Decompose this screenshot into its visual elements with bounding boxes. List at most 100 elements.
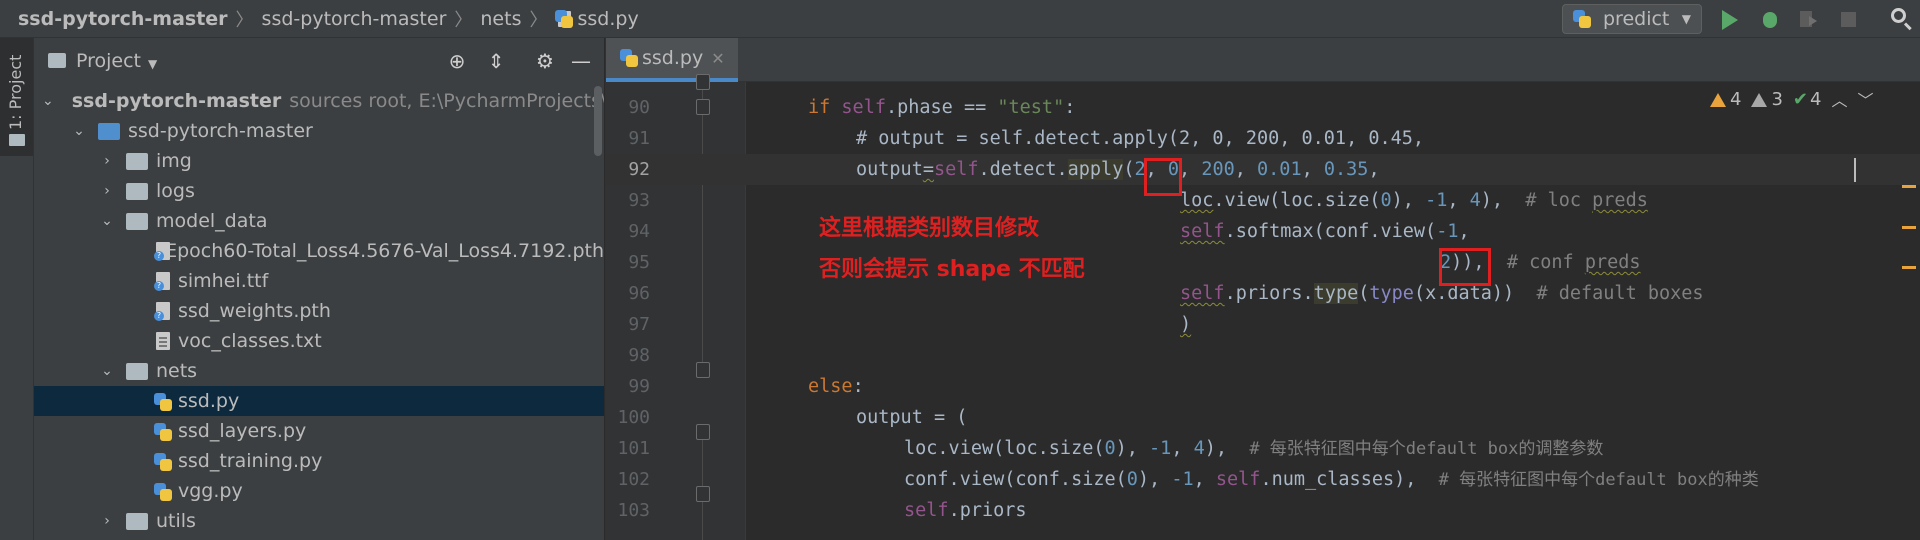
project-tab-label: 1: Project: [6, 54, 25, 130]
tree-row-root[interactable]: ⌄ ssd-pytorch-master sources root, E:\Py…: [34, 86, 604, 116]
code-text: ): [1180, 314, 1192, 335]
tree-row-file[interactable]: ? ssd_weights.pth: [34, 296, 604, 326]
line-number: 91: [628, 128, 650, 149]
code-text: loc.view(loc.size(0), -1, 4), # loc pred…: [1180, 190, 1648, 211]
tree-row-file[interactable]: ? simhei.ttf: [34, 266, 604, 296]
weak-warning-icon: [1751, 92, 1768, 107]
line-number: 98: [628, 345, 650, 366]
code-comment: # output = self.detect.apply(2, 0, 200, …: [856, 128, 1425, 149]
folder-icon: [48, 53, 66, 68]
chevron-down-icon[interactable]: ﹀: [1857, 87, 1873, 111]
code-line: 91 # output = self.detect.apply(2, 0, 20…: [606, 123, 1920, 154]
warning-count[interactable]: 4: [1710, 89, 1741, 110]
tree-row-file[interactable]: ssd_layers.py: [34, 416, 604, 446]
run-icon[interactable]: [1722, 10, 1738, 30]
breadcrumb-project[interactable]: ssd-pytorch-master: [18, 8, 228, 30]
code-line: 94 self.softmax(conf.view(-1,: [606, 216, 1920, 247]
collapse-all-icon[interactable]: ⇕: [485, 50, 507, 72]
chevron-right-icon[interactable]: ›: [98, 513, 116, 529]
code-text: else:: [808, 376, 864, 397]
project-tool-window-tab[interactable]: 1: Project: [0, 38, 33, 156]
tree-row-file[interactable]: ? Epoch60-Total_Loss4.5676-Val_Loss4.719…: [34, 236, 604, 266]
warning-icon: [1710, 92, 1726, 107]
project-panel: Project ▼ ⊕ ⇕ ⚙ — ⌄ ssd-pytorch-master s…: [34, 38, 604, 540]
tree-item-label: vgg.py: [178, 480, 243, 502]
breadcrumb-nets[interactable]: nets: [480, 8, 521, 30]
code-text: self.softmax(conf.view(-1,: [1180, 221, 1470, 242]
line-number: 93: [628, 190, 650, 211]
error-stripe-marker[interactable]: [1902, 226, 1916, 229]
line-number: 103: [617, 500, 650, 521]
code-line: 101 loc.view(loc.size(0), -1, 4), # 每张特征…: [606, 433, 1920, 464]
chevron-down-icon[interactable]: ⌄: [42, 93, 54, 109]
tab-ssd-py[interactable]: ssd.py ✕: [606, 38, 738, 82]
error-stripe-marker[interactable]: [1902, 185, 1916, 188]
weak-warning-count[interactable]: 3: [1751, 89, 1783, 110]
locate-icon[interactable]: ⊕: [446, 50, 468, 72]
folder-icon: [126, 152, 148, 170]
tree-row-model-data[interactable]: ⌄ model_data: [34, 206, 604, 236]
chevron-right-icon[interactable]: ›: [98, 153, 116, 169]
stop-icon[interactable]: [1841, 12, 1856, 27]
chevron-up-icon[interactable]: ︿: [1831, 87, 1847, 111]
chevron-down-icon[interactable]: ▼: [148, 57, 157, 71]
annotation-highlight-box: [1439, 248, 1491, 286]
folder-icon: [98, 122, 120, 140]
search-icon[interactable]: [1890, 7, 1912, 31]
code-area[interactable]: 90 if self.phase == "test": 91 # output …: [606, 74, 1920, 540]
tree-row-logs[interactable]: › logs: [34, 176, 604, 206]
run-with-coverage-icon[interactable]: [1797, 8, 1819, 30]
project-view-selector[interactable]: Project: [76, 50, 141, 72]
code-line: 99 else:: [606, 371, 1920, 402]
tree-row-file-selected[interactable]: ssd.py: [34, 386, 604, 416]
annotation-highlight-box: [1144, 158, 1182, 196]
python-icon: [1573, 10, 1591, 28]
chevron-down-icon[interactable]: ⌄: [98, 213, 116, 229]
debug-icon[interactable]: [1759, 8, 1781, 30]
line-number: 99: [628, 376, 650, 397]
code-line: 100 output = (: [606, 402, 1920, 433]
chevron-right-icon[interactable]: ›: [98, 183, 116, 199]
code-line: 95 2)), # conf preds: [606, 247, 1920, 278]
tree-item-hint: sources root, E:\PycharmProjects\ssd: [289, 90, 604, 112]
inspection-widget[interactable]: 4 3 ✔ 4 ︿ ﹀: [1710, 82, 1920, 116]
run-configuration-dropdown[interactable]: predict ▼: [1562, 4, 1702, 34]
chevron-down-icon[interactable]: ⌄: [98, 363, 116, 379]
unknown-file-icon: ?: [154, 301, 172, 321]
code-line: 102 conf.view(conf.size(0), -1, self.num…: [606, 464, 1920, 495]
python-file-icon: [620, 49, 638, 67]
chevron-down-icon[interactable]: ⌄: [70, 123, 88, 139]
gear-icon[interactable]: ⚙: [534, 50, 556, 72]
code-line-current: 92 output=self.detect.apply(2, 0, 200, 0…: [606, 154, 1920, 185]
tree-item-label: voc_classes.txt: [178, 330, 322, 352]
annotation-note: 否则会提示 shape 不匹配: [819, 257, 1085, 282]
tree-item-label: logs: [156, 180, 195, 202]
tree-row-utils[interactable]: › utils: [34, 506, 604, 536]
code-line: 97 ): [606, 309, 1920, 340]
tree-row-file[interactable]: ssd_training.py: [34, 446, 604, 476]
folder-icon: [126, 512, 148, 530]
python-file-icon: [154, 421, 172, 441]
scrollbar-thumb[interactable]: [594, 86, 602, 156]
tree-item-label: utils: [156, 510, 196, 532]
python-file-icon: [154, 451, 172, 471]
tree-row-file[interactable]: vgg.py: [34, 476, 604, 506]
close-icon[interactable]: ✕: [711, 49, 724, 68]
code-text: if self.phase == "test":: [808, 97, 1076, 118]
breadcrumb-file[interactable]: ssd.py: [577, 8, 638, 30]
breadcrumb-folder[interactable]: ssd-pytorch-master: [262, 8, 447, 30]
tree-row-file[interactable]: voc_classes.txt: [34, 326, 604, 356]
tree-item-label: ssd-pytorch-master: [128, 120, 313, 142]
left-tool-strip: 1: Project: [0, 38, 34, 540]
hide-icon[interactable]: —: [570, 50, 592, 72]
tree-row-folder[interactable]: ⌄ ssd-pytorch-master: [34, 116, 604, 146]
error-stripe-marker[interactable]: [1902, 266, 1916, 269]
fold-marker-icon[interactable]: [696, 74, 710, 90]
typo-count[interactable]: ✔ 4: [1793, 89, 1822, 110]
python-file-icon: [154, 481, 172, 501]
text-file-icon: [154, 331, 172, 351]
tree-row-img[interactable]: › img: [34, 146, 604, 176]
line-number: 92: [628, 159, 650, 180]
tree-row-nets[interactable]: ⌄ nets: [34, 356, 604, 386]
tree-item-label: Epoch60-Total_Loss4.5676-Val_Loss4.7192.…: [165, 240, 604, 262]
